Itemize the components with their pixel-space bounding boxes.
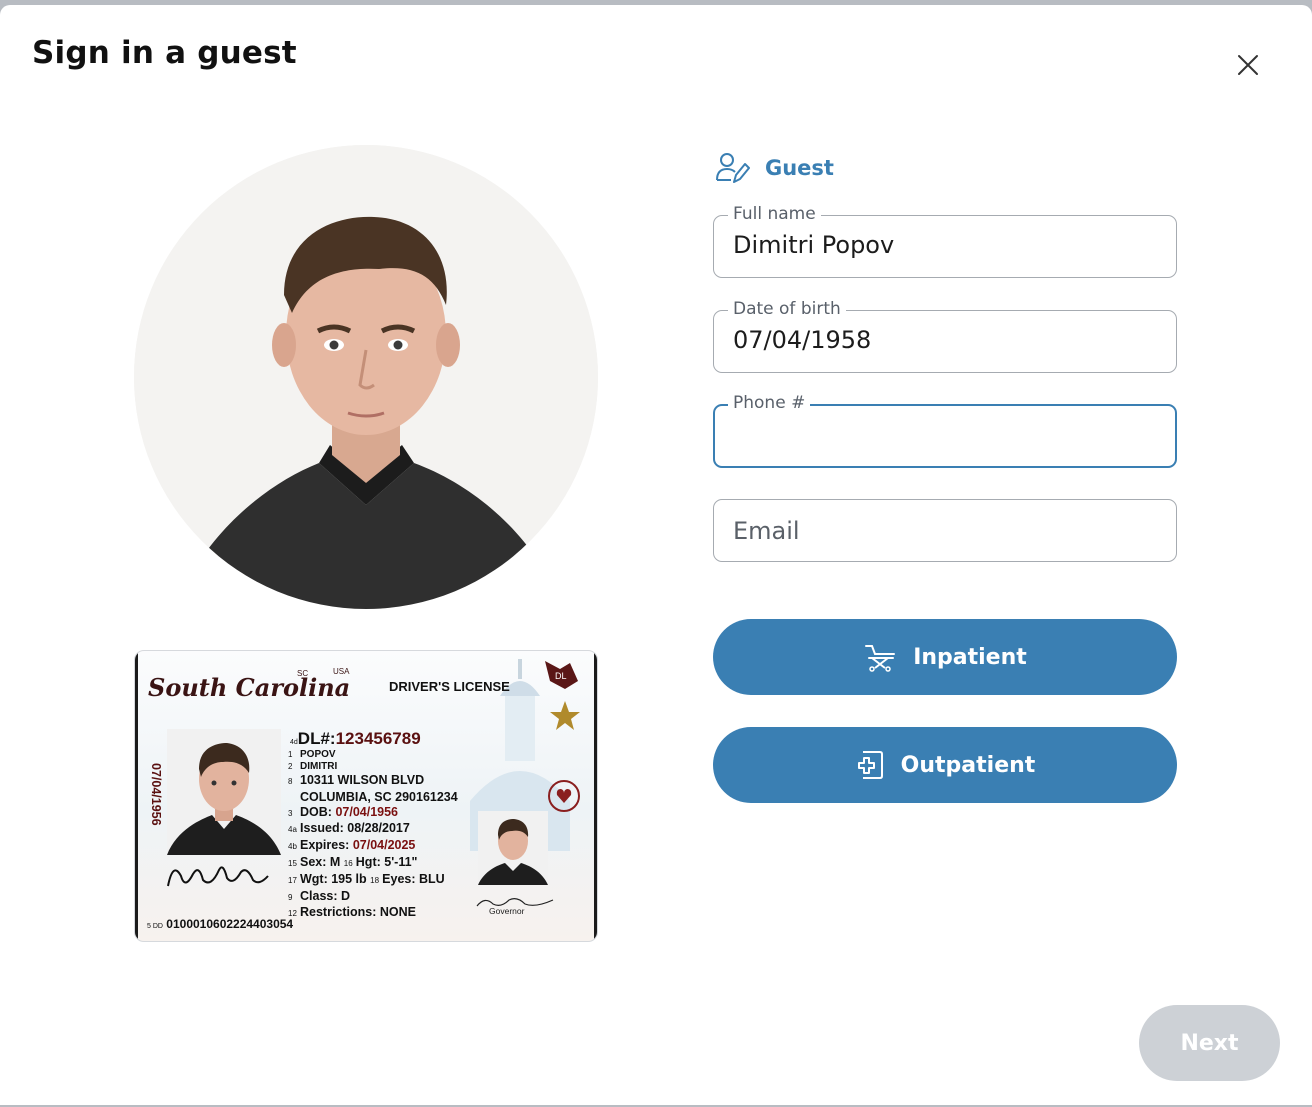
id-signature: [167, 866, 269, 887]
id-details: 1 POPOV 2 DIMITRI 8 10311 WILSON BLVD COLUM…: [288, 749, 458, 920]
date-of-birth-label: Date of birth: [728, 299, 846, 319]
date-of-birth-field[interactable]: Date of birth 07/04/1958: [713, 299, 1177, 373]
id-dl-number: 4dDL#:123456789: [290, 729, 421, 748]
phone-input[interactable]: [715, 406, 1175, 466]
full-name-value: Dimitri Popov: [733, 231, 895, 259]
guest-section-header: Guest: [714, 150, 834, 186]
id-usa: USA: [333, 667, 350, 676]
outpatient-label: Outpatient: [900, 752, 1036, 778]
svg-text:DL: DL: [555, 671, 567, 681]
id-dd-number: 5 DD 0100010602224403054: [147, 917, 294, 931]
inpatient-button[interactable]: Inpatient: [713, 619, 1177, 695]
dialog-title: Sign in a guest: [32, 35, 297, 71]
date-of-birth-value: 07/04/1958: [733, 326, 872, 354]
full-name-field[interactable]: Full name Dimitri Popov: [713, 204, 1177, 278]
id-license-type: DRIVER'S LICENSE: [389, 679, 510, 694]
id-sc: SC: [297, 669, 309, 678]
phone-field[interactable]: Phone #: [713, 393, 1177, 468]
inpatient-label: Inpatient: [913, 644, 1027, 670]
id-governor-label: Governor: [489, 906, 525, 916]
card-edge: [135, 651, 138, 941]
guest-edit-icon: [716, 153, 750, 183]
id-ghost-photo: [478, 811, 548, 885]
medical-cross-icon: [857, 751, 883, 779]
id-vertical-dob: 07/04/1956: [149, 763, 163, 826]
star-icon: [550, 701, 580, 730]
id-main-photo: [167, 729, 281, 855]
guest-photo: [134, 145, 598, 609]
drivers-license-image: DL South Carolina SC USA DRIVER'S LICENS…: [134, 650, 598, 942]
sign-in-guest-dialog: Sign in a guest DL South Carolina SC USA…: [0, 5, 1312, 1105]
section-label: Guest: [765, 156, 834, 180]
outpatient-button[interactable]: Outpatient: [713, 727, 1177, 803]
close-button[interactable]: [1230, 47, 1266, 83]
next-button[interactable]: Next: [1139, 1005, 1280, 1081]
email-input[interactable]: [714, 500, 1176, 561]
close-icon: [1238, 55, 1258, 75]
id-state-name: South Carolina: [148, 673, 351, 702]
email-field[interactable]: [713, 499, 1177, 562]
full-name-label: Full name: [728, 204, 821, 224]
stretcher-icon: [865, 645, 896, 672]
